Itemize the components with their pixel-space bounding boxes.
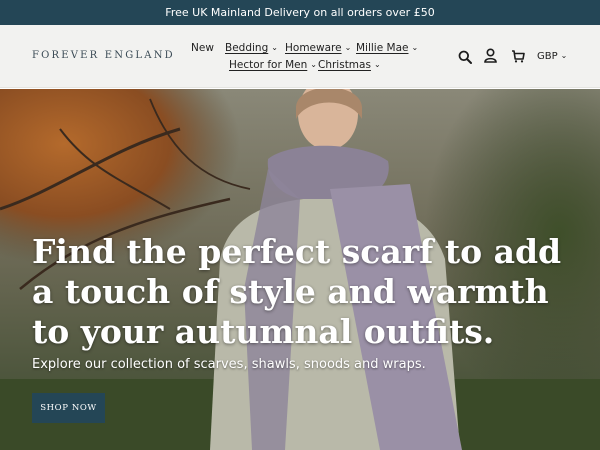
chevron-down-icon: ⌄ [344,43,352,52]
account-icon[interactable] [484,48,497,67]
chevron-down-icon: ⌄ [271,43,278,52]
search-icon[interactable] [458,49,472,68]
nav-item-homeware[interactable]: Homeware ⌄ [285,42,351,54]
chevron-down-icon: ⌄ [310,60,317,69]
hero-subtitle: Explore our collection of scarves, shawl… [32,357,426,372]
logo[interactable]: FOREVER ENGLAND [32,50,175,61]
site-header: FOREVER ENGLAND New Bedding ⌄ Homeware ⌄ M… [0,25,600,88]
currency-selector[interactable]: GBP ⌄ [537,51,567,62]
nav-item-hector-for-men[interactable]: Hector for Men ⌄ [229,59,317,71]
hero-title: Find the perfect scarf to add a touch of… [32,232,562,351]
announcement-text: Free UK Mainland Delivery on all orders … [165,6,435,19]
chevron-down-icon: ⌄ [373,60,381,69]
cart-icon[interactable] [511,48,525,67]
nav-item-bedding[interactable]: Bedding ⌄ [225,42,278,54]
nav-item-christmas[interactable]: Christmas ⌄ [318,59,381,71]
chevron-down-icon: ⌄ [560,51,568,60]
shop-now-button[interactable]: SHOP NOW [32,393,105,423]
nav-item-millie-mae[interactable]: Millie Mae ⌄ [356,42,418,54]
nav-item-new[interactable]: New [191,42,214,54]
chevron-down-icon: ⌄ [411,43,419,52]
hero-banner: Find the perfect scarf to add a touch of… [0,89,600,450]
announcement-bar: Free UK Mainland Delivery on all orders … [0,0,600,25]
